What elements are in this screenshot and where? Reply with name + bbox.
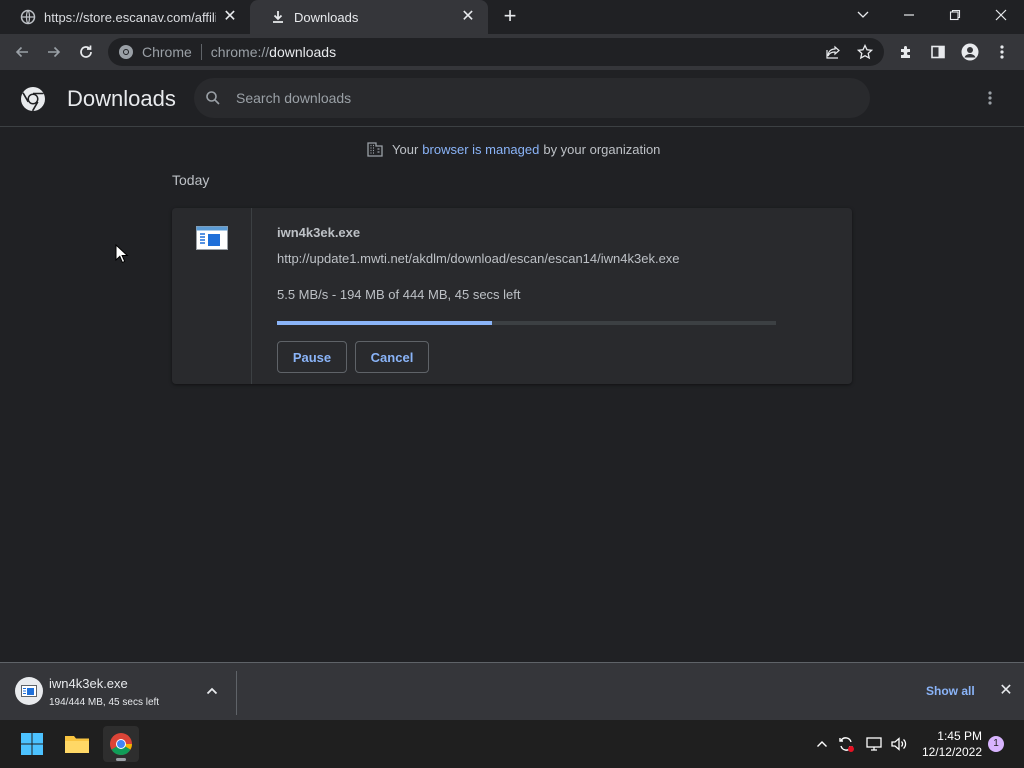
chevron-up-icon[interactable] <box>204 683 220 699</box>
chrome-menu-icon[interactable] <box>992 42 1012 62</box>
extensions-icon[interactable] <box>896 42 916 62</box>
date-header: Today <box>172 172 210 188</box>
file-explorer-icon[interactable] <box>59 726 95 762</box>
shelf-divider <box>236 671 237 715</box>
more-actions-icon[interactable] <box>980 88 1000 108</box>
windows-start-icon[interactable] <box>14 726 50 762</box>
shelf-status: 194/444 MB, 45 secs left <box>49 697 160 708</box>
address-bar[interactable]: Chrome chrome://downloads <box>108 38 884 66</box>
browser-managed-link[interactable]: browser is managed <box>422 142 539 157</box>
restore-button[interactable] <box>932 0 978 30</box>
network-icon[interactable] <box>864 734 884 754</box>
managed-suffix: by your organization <box>543 141 661 157</box>
download-item-card: iwn4k3ek.exe http://update1.mwti.net/akd… <box>172 208 852 384</box>
site-info[interactable]: Chrome <box>118 44 192 60</box>
tab-title: Downloads <box>294 9 359 25</box>
shelf-file-icon[interactable] <box>15 677 43 705</box>
globe-icon <box>20 9 36 25</box>
download-shelf: iwn4k3ek.exe 194/444 MB, 45 secs left Sh… <box>0 662 1024 720</box>
site-label: Chrome <box>142 44 192 60</box>
download-progress-fill <box>277 321 492 325</box>
close-tab-icon[interactable]: ✕ <box>222 9 238 25</box>
file-icon-column <box>172 208 252 384</box>
active-app-indicator <box>116 758 126 761</box>
shelf-filename[interactable]: iwn4k3ek.exe <box>49 676 128 691</box>
tab-title: https://store.escanav.com/affiliat <box>44 9 216 25</box>
notification-badge[interactable]: 1 <box>988 736 1004 752</box>
building-icon <box>366 140 384 158</box>
tab-store-escanav[interactable]: https://store.escanav.com/affiliat ✕ <box>0 0 250 34</box>
download-progress-bar <box>277 321 776 325</box>
windows-taskbar: 1:45 PM 12/12/2022 1 <box>0 720 1024 768</box>
managed-notice: Your browser is managed by your organiza… <box>366 140 660 158</box>
show-hidden-icons-icon[interactable] <box>812 734 832 754</box>
new-tab-button[interactable]: + <box>498 5 522 29</box>
url-scheme: chrome:// <box>210 44 270 60</box>
reload-button[interactable] <box>72 38 100 66</box>
back-button[interactable] <box>8 38 36 66</box>
download-source-url[interactable]: http://update1.mwti.net/akdlm/download/e… <box>277 251 680 266</box>
download-status: 5.5 MB/s - 194 MB of 444 MB, 45 secs lef… <box>277 287 521 302</box>
sync-icon[interactable] <box>836 734 856 754</box>
browser-toolbar: Chrome chrome://downloads <box>0 34 1024 70</box>
taskbar-clock[interactable]: 1:45 PM 12/12/2022 <box>916 728 982 760</box>
download-filename[interactable]: iwn4k3ek.exe <box>277 225 360 240</box>
clock-time: 1:45 PM <box>937 729 982 743</box>
volume-icon[interactable] <box>889 734 909 754</box>
profile-avatar-icon[interactable] <box>960 42 980 62</box>
tab-strip: https://store.escanav.com/affiliat ✕ Dow… <box>0 0 1024 34</box>
page-title: Downloads <box>67 86 176 111</box>
pause-button[interactable]: Pause <box>277 341 347 373</box>
mouse-cursor <box>115 243 129 264</box>
bookmark-star-icon[interactable] <box>856 43 874 61</box>
show-all-button[interactable]: Show all <box>926 684 975 698</box>
omnibox-separator <box>200 44 202 60</box>
close-shelf-icon[interactable]: ✕ <box>998 683 1014 699</box>
forward-button[interactable] <box>40 38 68 66</box>
cancel-button[interactable]: Cancel <box>355 341 429 373</box>
search-downloads-input[interactable] <box>236 90 836 106</box>
search-icon <box>204 89 222 107</box>
side-panel-icon[interactable] <box>928 42 948 62</box>
executable-file-icon <box>196 226 228 250</box>
url-path: downloads <box>269 44 337 60</box>
chrome-logo-icon <box>20 86 46 112</box>
tab-search-icon[interactable] <box>840 0 886 30</box>
chrome-icon <box>118 44 134 60</box>
tab-downloads[interactable]: Downloads ✕ <box>250 0 488 34</box>
minimize-button[interactable] <box>886 0 932 30</box>
download-icon <box>270 9 286 25</box>
chrome-taskbar-icon[interactable] <box>103 726 139 762</box>
share-icon[interactable] <box>824 43 842 61</box>
clock-date: 12/12/2022 <box>921 745 982 759</box>
managed-prefix: Your <box>392 141 419 157</box>
downloads-header: Downloads <box>0 70 1024 127</box>
close-tab-icon[interactable]: ✕ <box>460 9 476 25</box>
close-window-button[interactable] <box>978 0 1024 30</box>
search-downloads-box[interactable] <box>194 78 870 118</box>
